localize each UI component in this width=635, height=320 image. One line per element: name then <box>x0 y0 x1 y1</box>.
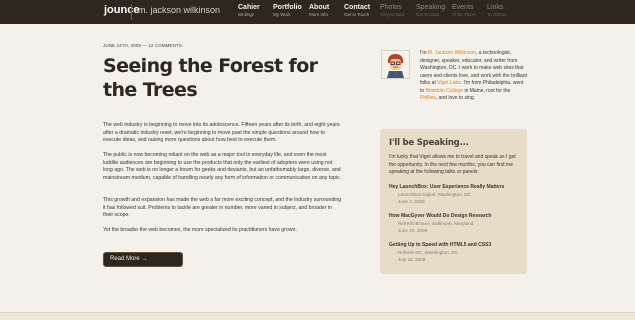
nav-sublabel: They're Bad <box>380 12 405 17</box>
talk-date: July 16, 2009 <box>398 257 426 262</box>
nav-sublabel: My Work <box>273 12 291 17</box>
nav-sublabel: To Others <box>487 12 507 17</box>
talk-title[interactable]: Getting Up to Speed with HTML5 and CSS3 <box>389 242 523 249</box>
talk-date: June 4, 2009 <box>398 199 425 204</box>
nav-label: Contact <box>344 4 371 11</box>
nav-about[interactable]: About More Info <box>309 3 329 18</box>
nav-label: Events <box>452 4 474 11</box>
post-meta: JUNE 24TH, 2009 — 12 COMMENTS <box>103 43 182 48</box>
nav-portfolio[interactable]: Portfolio My Work <box>273 3 302 18</box>
nav-photos[interactable]: Photos They're Bad <box>380 3 404 18</box>
post-paragraph: The public is now becoming reliant on th… <box>103 152 342 181</box>
nav-events[interactable]: Events I'll Be There <box>452 3 476 18</box>
speaking-title: I'll be Speaking... <box>389 138 469 148</box>
nav-contact[interactable]: Contact Get in Touch <box>344 3 370 18</box>
bio-text: I'm <box>420 50 428 56</box>
nav-label: About <box>309 4 330 11</box>
company-link[interactable]: Viget Labs <box>437 80 461 86</box>
bio-text: , and love to sing. <box>435 95 476 101</box>
nav-label: Cahier <box>238 4 260 11</box>
nav-label: Photos <box>380 4 402 11</box>
post-paragraph: Yet the broader the web becomes, the mor… <box>103 227 297 233</box>
talk-item: Getting Up to Speed with HTML5 and CSS3 … <box>389 242 523 263</box>
author-name-link[interactable]: M. Jackson Wilkinson <box>428 50 476 56</box>
avatar-illustration-icon <box>382 51 409 78</box>
avatar <box>381 50 410 79</box>
college-link[interactable]: Bowdoin College <box>426 88 464 94</box>
nav-sublabel: Not So Bad <box>416 12 440 17</box>
nav-links[interactable]: Links To Others <box>487 3 507 18</box>
nav-cahier[interactable]: Cahier Writings <box>238 3 260 18</box>
read-more-button[interactable]: Read More → <box>103 252 183 267</box>
author-bio: I'm M. Jackson Wilkinson, a technologist… <box>420 50 528 103</box>
speaking-intro: I'm lucky that Viget allows me to travel… <box>389 154 516 175</box>
post-paragraph: This growth and expansion has made the w… <box>103 197 342 218</box>
bio-text: in Maine, root for the <box>463 87 511 94</box>
nav-sublabel: Writings <box>238 12 255 17</box>
nav-label: Speaking <box>416 4 446 11</box>
talk-title[interactable]: Hey LaunchBox: User Experience Really Ma… <box>389 184 523 191</box>
post-title[interactable]: Seeing the Forest for the Trees <box>103 54 323 102</box>
nav-speaking[interactable]: Speaking Not So Bad <box>416 3 445 18</box>
team-link[interactable]: Phillies <box>420 95 436 101</box>
speaking-panel: I'll be Speaking... I'm lucky that Viget… <box>380 129 527 274</box>
talk-place: LaunchBox Digital, Washington, DC <box>398 192 471 197</box>
nav-label: Links <box>487 4 504 11</box>
post-paragraph: The web industry is beginning to move in… <box>103 122 340 143</box>
nav-sublabel: More Info <box>309 12 329 17</box>
site-subtitle: m. jackson wilkinson <box>138 5 221 15</box>
talk-place: Refresh DC, Washington, DC <box>398 250 458 255</box>
talk-date: June 10, 2009 <box>398 228 428 233</box>
talk-place: Refresh B'more, Baltimore, Maryland <box>398 221 474 226</box>
brand-divider <box>131 4 132 20</box>
talk-item: How MacGyver Would Do Design Research Re… <box>389 213 523 234</box>
talk-item: Hey LaunchBox: User Experience Really Ma… <box>389 184 523 205</box>
nav-sublabel: Get in Touch <box>344 12 370 17</box>
nav-label: Portfolio <box>273 4 302 11</box>
top-navigation-bar: jounce m. jackson wilkinson Cahier Writi… <box>0 0 635 24</box>
talk-title[interactable]: How MacGyver Would Do Design Research <box>389 213 523 220</box>
nav-sublabel: I'll Be There <box>452 12 476 17</box>
footer-strip <box>0 312 635 320</box>
site-logo[interactable]: jounce <box>104 4 139 16</box>
